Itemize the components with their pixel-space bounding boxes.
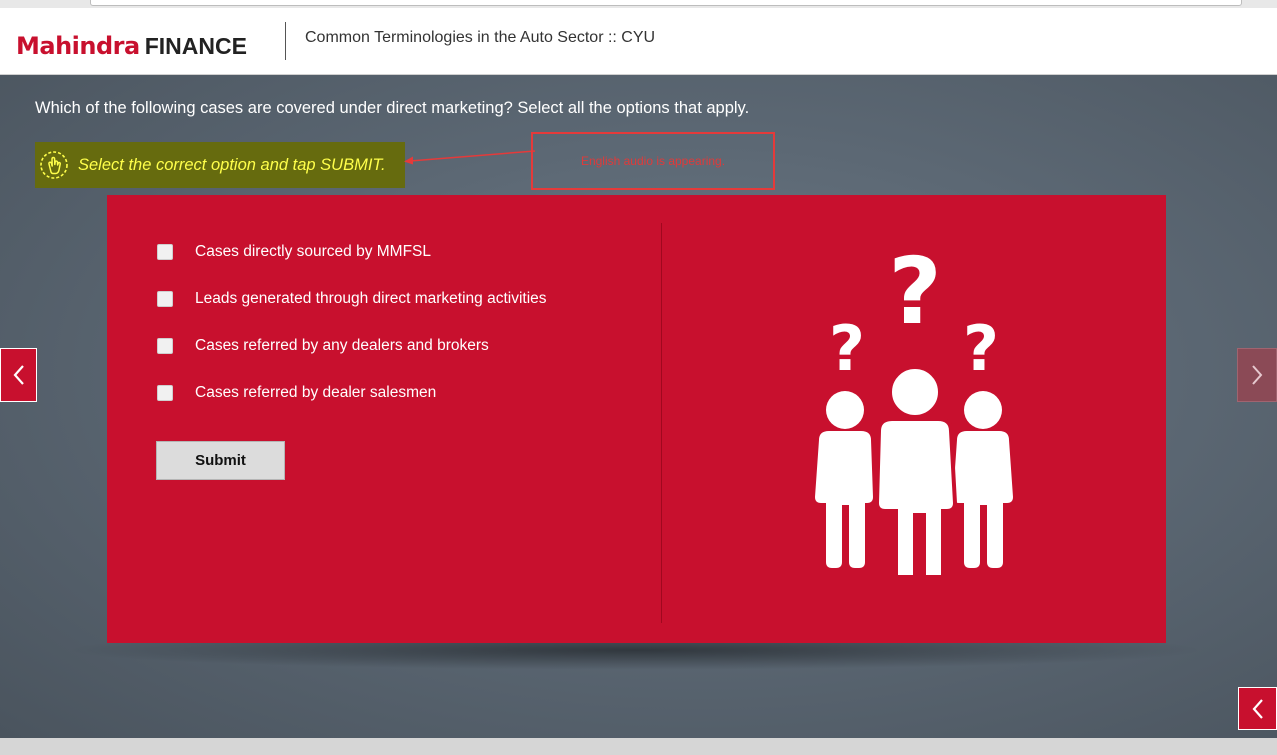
question-mark-right: ? xyxy=(963,312,999,385)
logo-brand-text: Mahindra xyxy=(16,32,140,60)
instruction-text: Select the correct option and tap SUBMIT… xyxy=(78,155,386,174)
people-question-icon: ? ? ? xyxy=(815,238,1013,575)
option-1-checkbox[interactable] xyxy=(157,244,173,260)
next-slide-button[interactable] xyxy=(1237,348,1277,402)
quiz-stage: Which of the following cases are covered… xyxy=(0,75,1277,738)
chevron-left-icon xyxy=(13,365,24,385)
option-4-checkbox[interactable] xyxy=(157,385,173,401)
back-button[interactable] xyxy=(1238,687,1277,730)
footer-strip xyxy=(0,738,1277,755)
submit-button[interactable]: Submit xyxy=(156,441,285,480)
tap-hand-icon xyxy=(38,149,70,181)
header-divider xyxy=(285,22,286,60)
option-3-label: Cases referred by any dealers and broker… xyxy=(195,337,489,354)
card-divider xyxy=(661,223,662,623)
instruction-banner: Select the correct option and tap SUBMIT… xyxy=(35,142,405,188)
chevron-right-icon xyxy=(1252,365,1263,385)
option-4-label: Cases referred by dealer salesmen xyxy=(195,384,437,401)
option-3-checkbox[interactable] xyxy=(157,338,173,354)
annotation-arrow xyxy=(404,150,536,165)
option-3[interactable]: Cases referred by any dealers and broker… xyxy=(157,334,489,358)
question-mark-left: ? xyxy=(829,312,865,385)
mahindra-finance-logo: Mahindra FINANCE xyxy=(16,32,247,62)
logo-suffix-text: FINANCE xyxy=(144,33,247,59)
question-mark-center: ? xyxy=(888,238,941,345)
app-header: Mahindra FINANCE Common Terminologies in … xyxy=(0,8,1277,75)
option-1-label: Cases directly sourced by MMFSL xyxy=(195,243,432,260)
option-4[interactable]: Cases referred by dealer salesmen xyxy=(157,381,436,405)
option-2[interactable]: Leads generated through direct marketing… xyxy=(157,287,547,311)
question-text: Which of the following cases are covered… xyxy=(35,99,750,117)
question-card: Cases directly sourced by MMFSL Leads ge… xyxy=(107,195,1166,643)
annotation-text: English audio is appearing. xyxy=(580,154,726,168)
annotation-callout: English audio is appearing. xyxy=(531,132,775,190)
address-bar[interactable] xyxy=(90,0,1242,6)
chevron-left-icon xyxy=(1252,698,1263,719)
option-2-label: Leads generated through direct marketing… xyxy=(195,290,547,307)
option-1[interactable]: Cases directly sourced by MMFSL xyxy=(157,240,431,264)
course-title: Common Terminologies in the Auto Sector … xyxy=(305,29,656,46)
previous-slide-button[interactable] xyxy=(0,348,37,402)
option-2-checkbox[interactable] xyxy=(157,291,173,307)
